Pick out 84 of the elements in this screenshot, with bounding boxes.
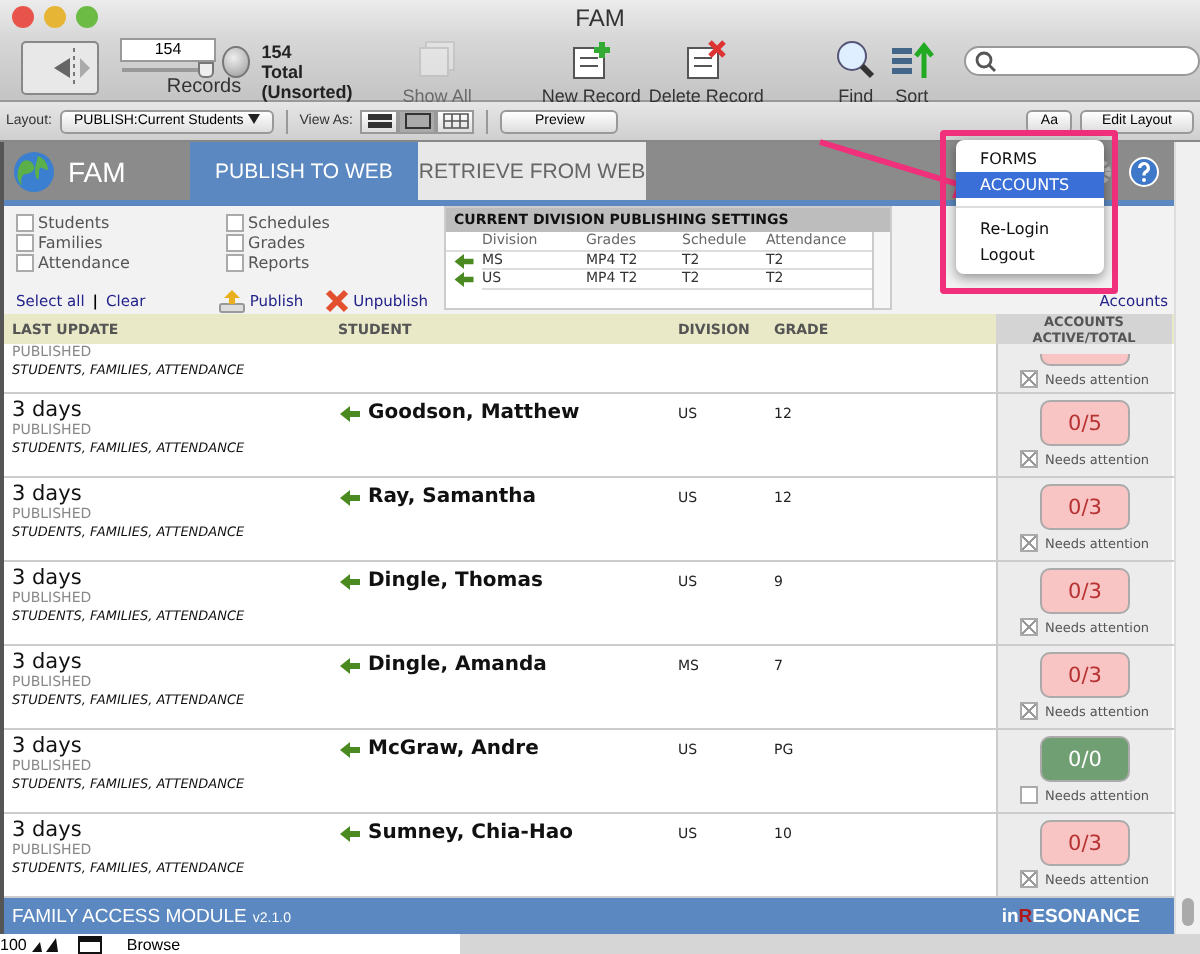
new-record-icon: [567, 38, 616, 82]
left-arrow-icon: [338, 487, 362, 507]
left-arrow-icon: [338, 739, 362, 759]
mode-label: Browse: [126, 935, 181, 953]
checkbox[interactable]: [16, 213, 34, 231]
last-update: 3 days: [12, 398, 84, 422]
last-update: 3 days: [12, 566, 84, 590]
checkbox[interactable]: [1020, 702, 1039, 720]
option-label: Families: [38, 233, 103, 251]
last-update: 3 days: [12, 650, 84, 674]
student-name: Dingle, Thomas: [368, 570, 543, 592]
option-label: Reports: [248, 253, 310, 271]
toolbar-toggle-icon[interactable]: [78, 935, 103, 953]
zoom-button[interactable]: [76, 6, 98, 28]
table-view-button[interactable]: [436, 109, 475, 133]
checkbox[interactable]: [16, 233, 34, 251]
student-name: Dingle, Amanda: [368, 654, 547, 676]
sort-button[interactable]: Sort: [887, 38, 936, 106]
checkbox[interactable]: [1020, 534, 1039, 552]
form-view-button[interactable]: [360, 109, 399, 133]
left-arrow-icon: [452, 251, 476, 270]
option-label: Grades: [248, 233, 306, 251]
caret-icon: [247, 113, 260, 123]
checkbox[interactable]: [1020, 870, 1039, 888]
left-arrow-icon: [452, 270, 476, 289]
left-arrow-icon: [338, 403, 362, 423]
option-label: Attendance: [38, 253, 130, 271]
menu-item[interactable]: ACCOUNTS: [956, 172, 1104, 198]
student-name: McGraw, Andre: [368, 738, 539, 760]
checkbox[interactable]: [1020, 786, 1039, 804]
search-icon: [831, 38, 880, 82]
checkbox[interactable]: [226, 213, 244, 231]
left-arrow-icon: [338, 571, 362, 591]
minimize-button[interactable]: [44, 6, 66, 28]
checkbox[interactable]: [226, 253, 244, 271]
option-label: Students: [38, 213, 110, 231]
accounts-badge: 0/3: [1040, 568, 1130, 614]
find-button[interactable]: Find: [831, 38, 880, 106]
checkbox[interactable]: [1020, 450, 1039, 468]
accounts-badge: 0/3: [1040, 652, 1130, 698]
records-label: Records: [166, 76, 242, 98]
cross-icon: [323, 288, 350, 314]
app-name: FAM: [68, 155, 128, 187]
globe-icon: [12, 149, 56, 193]
option-label: Schedules: [248, 213, 330, 231]
zoom-level[interactable]: 100: [0, 935, 27, 953]
sort-icon: [887, 38, 936, 82]
window-title: FAM: [575, 4, 625, 32]
checkbox[interactable]: [1020, 618, 1039, 636]
scrollbar[interactable]: [1174, 142, 1200, 934]
student-name: Ray, Samantha: [368, 486, 537, 508]
menu-item[interactable]: Logout: [956, 242, 1104, 268]
list-view-button[interactable]: [398, 109, 437, 133]
close-button[interactable]: [12, 6, 34, 28]
left-arrow-icon: [338, 823, 362, 843]
delete-record-icon: [682, 38, 731, 82]
record-number-field[interactable]: 154: [120, 38, 216, 62]
tab[interactable]: PUBLISH TO WEB: [190, 142, 418, 200]
found-count: 154: [261, 42, 294, 62]
menu-item[interactable]: Re-Login: [956, 216, 1104, 242]
accounts-badge: 0/3: [1040, 484, 1130, 530]
delete-record-button[interactable]: Delete Record: [648, 38, 764, 106]
student-name: Goodson, Matthew: [368, 402, 580, 424]
module-name: FAMILY ACCESS MODULE: [12, 905, 247, 927]
search-field[interactable]: [963, 46, 1200, 76]
checkbox[interactable]: [226, 233, 244, 251]
last-update: 3 days: [12, 734, 84, 758]
scrollbar[interactable]: [872, 232, 890, 308]
help-icon[interactable]: [1128, 155, 1160, 187]
left-arrow-icon: [338, 655, 362, 675]
accounts-badge: 0/0: [1040, 736, 1130, 782]
accounts-badge: 0/3: [1040, 820, 1130, 866]
upload-icon: [217, 288, 246, 314]
checkbox[interactable]: [16, 253, 34, 271]
slider-thumb[interactable]: [198, 62, 214, 78]
menu-item[interactable]: FORMS: [956, 146, 1104, 172]
found-label: Total (Unsorted): [261, 62, 355, 102]
accounts-badge: 0/5: [1040, 400, 1130, 446]
student-name: Sumney, Chia-Hao: [368, 822, 573, 844]
checkbox[interactable]: [1020, 370, 1039, 388]
brand-logo: inRESONANCE: [1001, 905, 1140, 927]
tab[interactable]: RETRIEVE FROM WEB: [418, 142, 646, 200]
last-update: 3 days: [12, 482, 84, 506]
last-update: 3 days: [12, 818, 84, 842]
